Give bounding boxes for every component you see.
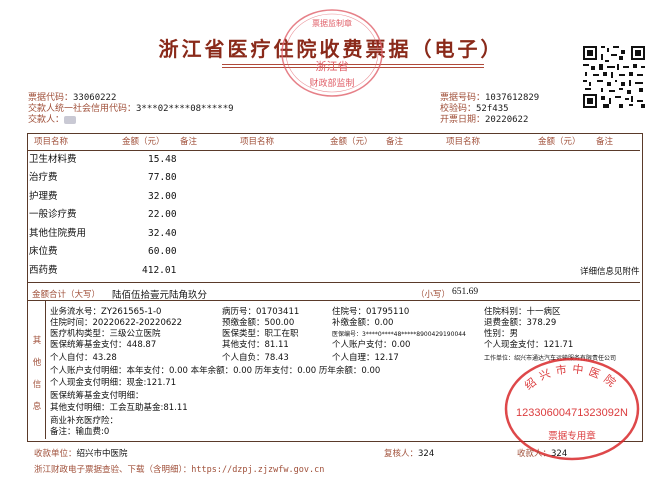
total-bottom-divider <box>28 300 640 301</box>
insurance-type: 医保类型：职工在职 <box>222 329 299 339</box>
item-name: 床位费 <box>29 247 58 257</box>
item-amount: 15.48 <box>148 154 177 165</box>
header-divider <box>28 150 640 151</box>
account-pay-detail: 个人账户支付明细：本年支付：0.00 本年余额：0.00 历年支付：0.00 历… <box>50 366 381 376</box>
remark: 备注：输血费:0 <box>50 427 110 437</box>
item-amount: 60.00 <box>148 246 177 257</box>
finance-seal-middle: 浙江省 <box>316 60 349 73</box>
supplement-amount: 补缴金额：0.00 <box>332 318 394 328</box>
self-care: 个人自理：12.17 <box>332 353 399 363</box>
bill-number: 票据号码：1037612829 <box>440 93 540 103</box>
total-top-divider <box>28 282 640 283</box>
item-amount: 77.80 <box>148 172 177 183</box>
item-amount: 32.40 <box>148 228 177 239</box>
fund-paid: 医保统筹基金支付：448.87 <box>50 340 157 350</box>
payer-credit-code: 交款人统一社会信用代码：3***02****08*****9 <box>28 104 234 114</box>
item-name: 西药费 <box>29 266 58 276</box>
fund-pay-detail: 医保统筹基金支付明细： <box>50 391 144 401</box>
self-pay: 个人自付：43.28 <box>50 353 117 363</box>
stay-dates: 住院时间：20220622-20220622 <box>50 318 183 328</box>
col-item-3: 项目名称 <box>446 137 481 147</box>
col-item-1: 项目名称 <box>34 137 69 147</box>
item-amount: 22.00 <box>148 209 177 220</box>
item-amount: 32.00 <box>148 191 177 202</box>
insurance-number: 医保编号：3****0****48*****8900429190044 <box>332 331 466 338</box>
item-amount: 412.01 <box>142 265 177 276</box>
institution-type: 医疗机构类型：三级公立医院 <box>50 329 161 339</box>
commercial-insurance: 商业补充医疗险： <box>50 416 119 426</box>
cash-paid: 个人现金支付：121.71 <box>484 340 574 350</box>
reviewer: 复核人：324 <box>384 449 435 459</box>
seal-purpose: 票据专用章 <box>548 430 596 442</box>
col-note-1: 备注 <box>180 137 198 147</box>
col-item-2: 项目名称 <box>240 137 275 147</box>
col-amount-2: 金额（元） <box>330 137 373 147</box>
seal-number: 12330600471323092N <box>516 407 628 419</box>
total-small-label: （小写） <box>416 290 451 300</box>
other-info-divider <box>45 301 46 439</box>
verification-link[interactable]: 浙江财政电子票据查验、下载（含明细）：https://dzpj.zjzwfw.g… <box>34 463 324 475</box>
refund-amount: 退费金额：378.29 <box>484 318 557 328</box>
col-amount-1: 金额（元） <box>122 137 165 147</box>
other-info-label: 其他信息 <box>32 336 42 412</box>
finance-seal-top: 票据监制章 <box>312 18 352 28</box>
other-pay-detail: 其他支付明细：工会互助基金:81.11 <box>50 403 188 413</box>
cashier: 收款人：324 <box>517 449 568 459</box>
total-caps-value: 陆佰伍拾壹元陆角玖分 <box>112 291 208 301</box>
gender: 性别：男 <box>484 329 519 339</box>
personal-burden: 个人自负：78.43 <box>222 353 289 363</box>
detail-note: 详细信息见附件 <box>580 266 640 276</box>
redacted-payer-name <box>64 115 77 124</box>
collector: 收款单位：绍兴市中医院 <box>34 449 128 459</box>
item-name: 治疗费 <box>29 173 58 183</box>
prepaid-amount: 预缴金额：500.00 <box>222 318 295 328</box>
qr-code-image[interactable] <box>581 44 647 110</box>
inpatient-number: 住院号：01795110 <box>332 307 410 317</box>
col-amount-3: 金额（元） <box>538 137 581 147</box>
cash-pay-detail: 个人现金支付明细：现金:121.71 <box>50 378 177 388</box>
item-name: 一般诊疗费 <box>29 210 77 220</box>
ward: 住院科别：十一病区 <box>484 307 561 317</box>
finance-supervision-seal: 票据监制章 浙江省 财政部监制 <box>281 9 383 97</box>
bill-code: 票据代码：33060222 <box>28 93 117 103</box>
serial-number: 业务流水号：ZY261565-1-0 <box>50 307 162 317</box>
personal-account-paid: 个人账户支付：0.00 <box>332 340 411 350</box>
total-caps-label: 金额合计（大写） <box>32 290 101 300</box>
issue-date: 开票日期：20220622 <box>440 115 529 125</box>
col-note-2: 备注 <box>386 137 404 147</box>
item-name: 卫生材料费 <box>29 155 77 165</box>
other-paid: 其他支付：81.11 <box>222 340 289 350</box>
case-number: 病历号：01703411 <box>222 307 300 317</box>
payer: 交款人： <box>28 115 77 126</box>
total-small-value: 651.69 <box>452 287 479 297</box>
item-name: 护理费 <box>29 192 58 202</box>
finance-seal-bottom: 财政部监制 <box>309 77 354 89</box>
item-name: 其他住院费用 <box>29 229 87 239</box>
col-note-3: 备注 <box>596 137 614 147</box>
check-code: 校验码：52f435 <box>440 104 509 114</box>
